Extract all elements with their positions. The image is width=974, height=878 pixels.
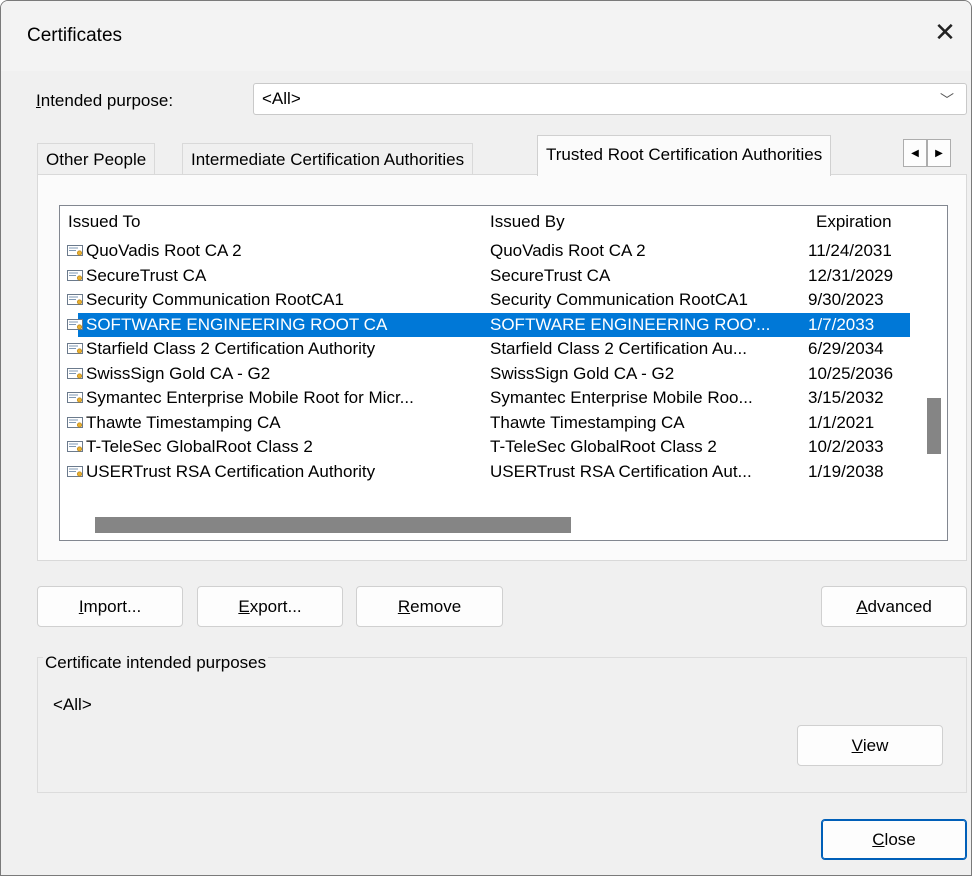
table-row[interactable]: SecureTrust CA SecureTrust CA 12/31/2029 <box>60 264 917 289</box>
issued-by-cell: Thawte Timestamping CA <box>490 412 685 432</box>
expiration-cell: 1/19/2038 <box>808 461 884 481</box>
tab-intermediate-ca[interactable]: Intermediate Certification Authorities <box>182 143 474 174</box>
horizontal-scrollbar[interactable] <box>60 506 947 540</box>
title-bar: Certificates ✕ <box>1 1 971 71</box>
import-button[interactable]: Import... <box>37 586 183 627</box>
certificate-icon <box>67 269 83 281</box>
chevron-down-icon: ﹀ <box>940 92 954 108</box>
issued-to-cell: Thawte Timestamping CA <box>86 412 281 432</box>
issued-by-cell: Security Communication RootCA1 <box>490 290 748 309</box>
table-row[interactable]: SOFTWARE ENGINEERING ROOT CA SOFTWARE ENG… <box>60 312 917 338</box>
expiration-cell: 10/25/2036 <box>808 363 894 383</box>
expiration-cell: 11/24/2031 <box>808 241 892 260</box>
issued-to-cell: SwissSign Gold CA - G2 <box>86 363 271 383</box>
issued-to-cell: QuoVadis Root CA 2 <box>86 241 242 260</box>
issued-by-cell: Starfield Class 2 Certification Au... <box>490 339 748 358</box>
table-row[interactable]: Thawte Timestamping CA Thawte Timestampin… <box>60 411 917 436</box>
expiration-cell: 3/15/2032 <box>808 388 884 407</box>
certificate-icon <box>67 367 83 379</box>
tab-scroll-right-button[interactable]: ▶ <box>927 139 951 167</box>
issued-to-cell: USERTrust RSA Certification Authority <box>86 461 376 481</box>
issued-by-cell: T-TeleSec GlobalRoot Class 2 <box>490 437 717 456</box>
tab-scroll-buttons: ◀ ▶ <box>903 139 951 167</box>
issued-to-cell: T-TeleSec GlobalRoot Class 2 <box>86 437 313 456</box>
issued-to-cell: SecureTrust CA <box>86 265 207 285</box>
issued-by-cell: USERTrust RSA Certification Aut... <box>490 461 752 481</box>
tab-panel: Issued To Issued By Expiration QuoVadis … <box>37 174 967 561</box>
advanced-button[interactable]: Advanced <box>821 586 967 627</box>
issued-by-cell: SwissSign Gold CA - G2 <box>490 363 675 383</box>
list-rows: QuoVadis Root CA 2 QuoVadis Root CA 2 11/2… <box>60 239 917 484</box>
table-row[interactable]: USERTrust RSA Certification Authority USE… <box>60 460 917 485</box>
tab-other-people[interactable]: Other People <box>37 143 156 174</box>
expiration-cell: 12/31/2029 <box>808 265 894 285</box>
view-button[interactable]: View <box>797 725 943 766</box>
vertical-scroll-thumb[interactable] <box>927 398 941 454</box>
certificates-dialog: Certificates ✕ Intended purpose: <All> ﹀… <box>0 0 972 876</box>
expiration-cell: 10/2/2033 <box>808 437 884 456</box>
table-row[interactable]: Security Communication RootCA1 Security C… <box>60 288 917 313</box>
issued-to-cell: SOFTWARE ENGINEERING ROOT CA <box>86 314 388 334</box>
table-row[interactable]: QuoVadis Root CA 2 QuoVadis Root CA 2 11/2… <box>60 239 917 264</box>
certificate-icon <box>67 416 83 428</box>
intended-purpose-select[interactable]: <All> ﹀ <box>253 83 967 115</box>
certificate-icon <box>67 318 83 330</box>
intended-purposes-value: <All> <box>53 695 92 714</box>
certificate-icon <box>67 343 83 354</box>
table-row[interactable]: T-TeleSec GlobalRoot Class 2 T-TeleSec Gl… <box>60 435 917 460</box>
certificate-icon <box>67 245 83 256</box>
column-issued-to[interactable]: Issued To <box>68 212 140 232</box>
table-row[interactable]: SwissSign Gold CA - G2 SwissSign Gold CA … <box>60 362 917 387</box>
issued-by-cell: SOFTWARE ENGINEERING ROO'... <box>490 314 771 334</box>
certificate-icon <box>67 441 83 452</box>
certificate-icon <box>67 465 83 477</box>
column-expiration[interactable]: Expiration <box>816 212 892 232</box>
table-row[interactable]: Starfield Class 2 Certification Authorit… <box>60 337 917 362</box>
tab-strip: Other People Intermediate Certification … <box>37 135 967 176</box>
table-row[interactable]: Symantec Enterprise Mobile Root for Micr… <box>60 386 917 411</box>
issued-by-cell: QuoVadis Root CA 2 <box>490 241 646 260</box>
expiration-cell: 1/7/2033 <box>808 314 875 334</box>
intended-purpose-value: <All> <box>262 89 301 108</box>
horizontal-scroll-thumb[interactable] <box>95 517 571 533</box>
issued-to-cell: Security Communication RootCA1 <box>86 290 344 309</box>
intended-purpose-label: Intended purpose: <box>36 91 174 110</box>
remove-button[interactable]: Remove <box>356 586 503 627</box>
window-title: Certificates <box>27 25 123 46</box>
list-header: Issued To Issued By Expiration <box>60 206 947 238</box>
tab-trusted-root-ca[interactable]: Trusted Root Certification Authorities <box>537 135 832 176</box>
intended-purposes-legend: Certificate intended purposes <box>43 653 269 673</box>
tab-scroll-left-button[interactable]: ◀ <box>903 139 927 167</box>
certificate-icon <box>67 294 83 305</box>
expiration-cell: 9/30/2023 <box>808 290 884 309</box>
certificate-list[interactable]: Issued To Issued By Expiration QuoVadis … <box>59 205 948 541</box>
issued-to-cell: Symantec Enterprise Mobile Root for Micr… <box>86 388 414 407</box>
expiration-cell: 6/29/2034 <box>808 339 884 358</box>
vertical-scrollbar[interactable] <box>917 206 947 506</box>
issued-by-cell: Symantec Enterprise Mobile Roo... <box>490 388 753 407</box>
close-icon[interactable]: ✕ <box>925 11 965 53</box>
column-issued-by[interactable]: Issued By <box>490 212 565 232</box>
certificate-icon <box>67 392 83 403</box>
issued-by-cell: SecureTrust CA <box>490 265 611 285</box>
export-button[interactable]: Export... <box>197 586 343 627</box>
issued-to-cell: Starfield Class 2 Certification Authorit… <box>86 339 376 358</box>
expiration-cell: 1/1/2021 <box>808 412 875 432</box>
close-button[interactable]: Close <box>821 819 967 860</box>
